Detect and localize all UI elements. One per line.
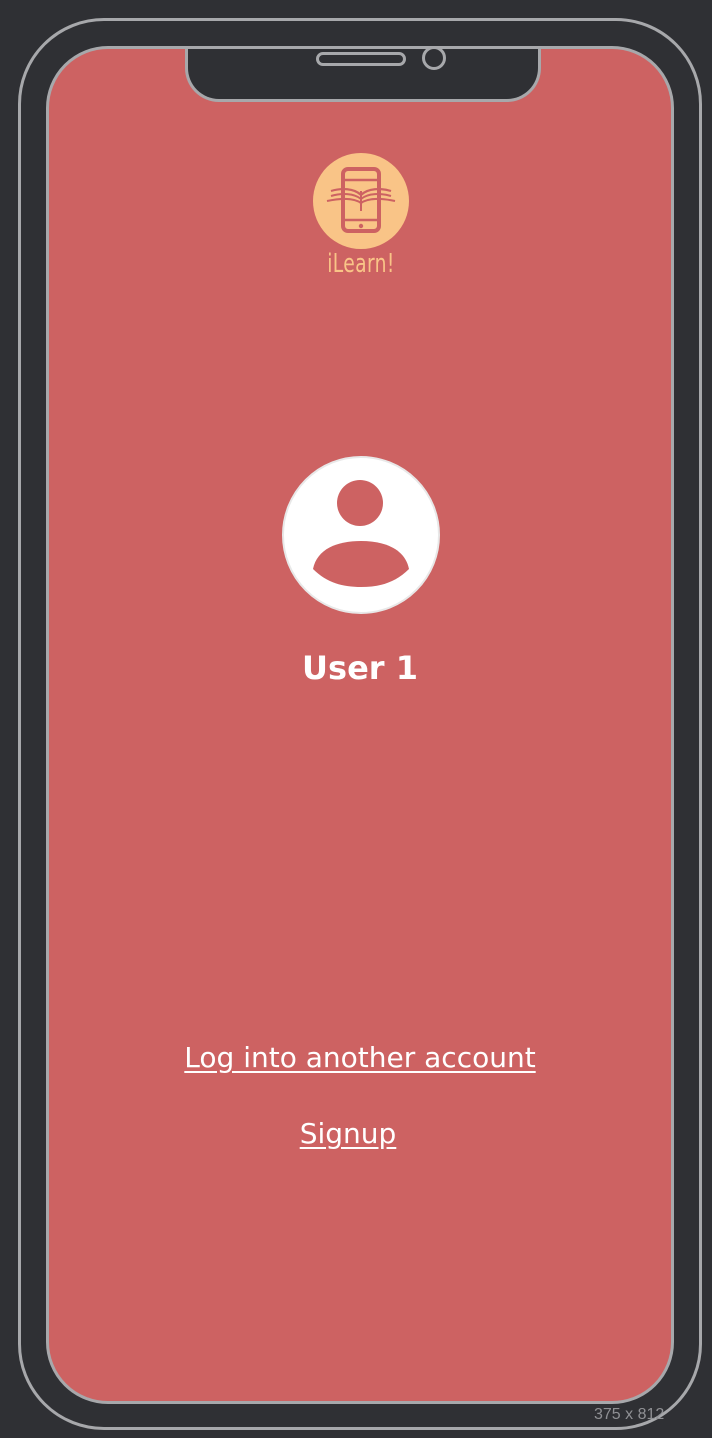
- log-into-another-account-link[interactable]: Log into another account: [49, 1041, 671, 1074]
- phone-book-icon: [313, 153, 409, 249]
- device-canvas: iLearn! User 1 Log into another account …: [0, 0, 712, 1438]
- user-avatar-icon[interactable]: [281, 455, 441, 615]
- speaker-grille: [316, 52, 406, 66]
- user-name: User 1: [302, 649, 418, 687]
- app-logo: iLearn!: [311, 153, 411, 289]
- signup-link[interactable]: Signup: [49, 1117, 659, 1150]
- app-screen: iLearn! User 1 Log into another account …: [46, 46, 674, 1404]
- phone-notch: [185, 49, 541, 102]
- app-logo-text: iLearn!: [327, 249, 395, 279]
- device-size-label: 375 x 812: [594, 1406, 665, 1423]
- front-camera: [422, 49, 446, 70]
